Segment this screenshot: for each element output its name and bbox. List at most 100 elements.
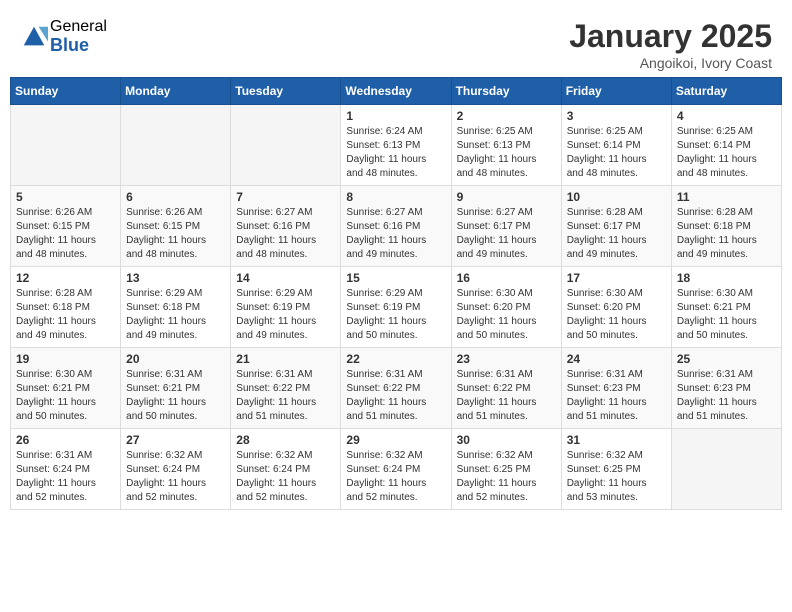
cell-info: Sunrise: 6:28 AM Sunset: 6:17 PM Dayligh… [567, 206, 666, 262]
cell-info: Sunrise: 6:31 AM Sunset: 6:22 PM Dayligh… [457, 368, 556, 424]
cell-info: Sunrise: 6:30 AM Sunset: 6:21 PM Dayligh… [677, 287, 776, 343]
weekday-header: Monday [121, 78, 231, 105]
logo: General Blue [20, 18, 107, 55]
cell-info: Sunrise: 6:31 AM Sunset: 6:21 PM Dayligh… [126, 368, 225, 424]
calendar-cell: 19 Sunrise: 6:30 AM Sunset: 6:21 PM Dayli… [11, 348, 121, 429]
day-number: 16 [457, 271, 556, 285]
calendar-week-row: 12Sunrise: 6:28 AM Sunset: 6:18 PM Dayli… [11, 267, 782, 348]
day-number: 31 [567, 433, 666, 447]
calendar-cell: 13Sunrise: 6:29 AM Sunset: 6:18 PM Dayli… [121, 267, 231, 348]
weekday-header: Thursday [451, 78, 561, 105]
day-number: 9 [457, 190, 556, 204]
calendar-cell: 12Sunrise: 6:28 AM Sunset: 6:18 PM Dayli… [11, 267, 121, 348]
calendar-week-row: 26Sunrise: 6:31 AM Sunset: 6:24 PM Dayli… [11, 429, 782, 510]
cell-info: Sunrise: 6:25 AM Sunset: 6:13 PM Dayligh… [457, 125, 556, 181]
day-number: 5 [16, 190, 115, 204]
cell-info: Sunrise: 6:31 AM Sunset: 6:23 PM Dayligh… [677, 368, 776, 424]
calendar-week-row: 5Sunrise: 6:26 AM Sunset: 6:15 PM Daylig… [11, 186, 782, 267]
calendar-cell: 16 Sunrise: 6:30 AM Sunset: 6:20 PM Dayli… [451, 267, 561, 348]
cell-info: Sunrise: 6:30 AM Sunset: 6:20 PM Dayligh… [457, 287, 556, 343]
day-number: 4 [677, 109, 776, 123]
day-number: 10 [567, 190, 666, 204]
cell-info: Sunrise: 6:25 AM Sunset: 6:14 PM Dayligh… [677, 125, 776, 181]
day-number: 15 [346, 271, 445, 285]
calendar-cell: 18Sunrise: 6:30 AM Sunset: 6:21 PM Dayli… [671, 267, 781, 348]
cell-info: Sunrise: 6:32 AM Sunset: 6:24 PM Dayligh… [236, 449, 335, 505]
cell-info: Sunrise: 6:24 AM Sunset: 6:13 PM Dayligh… [346, 125, 445, 181]
day-number: 24 [567, 352, 666, 366]
day-number: 27 [126, 433, 225, 447]
day-number: 7 [236, 190, 335, 204]
calendar-cell: 25 Sunrise: 6:31 AM Sunset: 6:23 PM Dayli… [671, 348, 781, 429]
calendar-cell: 15 Sunrise: 6:29 AM Sunset: 6:19 PM Dayli… [341, 267, 451, 348]
cell-info: Sunrise: 6:30 AM Sunset: 6:20 PM Dayligh… [567, 287, 666, 343]
calendar-cell: 6Sunrise: 6:26 AM Sunset: 6:15 PM Daylig… [121, 186, 231, 267]
weekday-header: Saturday [671, 78, 781, 105]
calendar-cell: 3 Sunrise: 6:25 AM Sunset: 6:14 PM Daylig… [561, 105, 671, 186]
calendar-cell: 8 Sunrise: 6:27 AM Sunset: 6:16 PM Daylig… [341, 186, 451, 267]
weekday-header: Tuesday [231, 78, 341, 105]
logo-text: General Blue [50, 18, 107, 55]
month-title: January 2025 [569, 18, 772, 55]
logo-icon [20, 23, 48, 51]
cell-info: Sunrise: 6:31 AM Sunset: 6:22 PM Dayligh… [236, 368, 335, 424]
day-number: 28 [236, 433, 335, 447]
calendar-cell: 20 Sunrise: 6:31 AM Sunset: 6:21 PM Dayli… [121, 348, 231, 429]
cell-info: Sunrise: 6:28 AM Sunset: 6:18 PM Dayligh… [16, 287, 115, 343]
cell-info: Sunrise: 6:28 AM Sunset: 6:18 PM Dayligh… [677, 206, 776, 262]
logo-general: General [50, 18, 107, 36]
title-block: January 2025 Angoikoi, Ivory Coast [569, 18, 772, 71]
cell-info: Sunrise: 6:27 AM Sunset: 6:16 PM Dayligh… [346, 206, 445, 262]
day-number: 13 [126, 271, 225, 285]
day-number: 20 [126, 352, 225, 366]
calendar-cell: 28 Sunrise: 6:32 AM Sunset: 6:24 PM Dayli… [231, 429, 341, 510]
cell-info: Sunrise: 6:29 AM Sunset: 6:19 PM Dayligh… [236, 287, 335, 343]
calendar-cell [671, 429, 781, 510]
calendar-cell: 24 Sunrise: 6:31 AM Sunset: 6:23 PM Dayli… [561, 348, 671, 429]
day-number: 30 [457, 433, 556, 447]
day-number: 22 [346, 352, 445, 366]
day-number: 8 [346, 190, 445, 204]
calendar-cell: 22 Sunrise: 6:31 AM Sunset: 6:22 PM Dayli… [341, 348, 451, 429]
cell-info: Sunrise: 6:31 AM Sunset: 6:23 PM Dayligh… [567, 368, 666, 424]
calendar-cell: 26Sunrise: 6:31 AM Sunset: 6:24 PM Dayli… [11, 429, 121, 510]
cell-info: Sunrise: 6:31 AM Sunset: 6:22 PM Dayligh… [346, 368, 445, 424]
cell-info: Sunrise: 6:29 AM Sunset: 6:19 PM Dayligh… [346, 287, 445, 343]
day-number: 14 [236, 271, 335, 285]
day-number: 25 [677, 352, 776, 366]
day-number: 3 [567, 109, 666, 123]
calendar-cell [231, 105, 341, 186]
calendar-cell: 14 Sunrise: 6:29 AM Sunset: 6:19 PM Dayli… [231, 267, 341, 348]
calendar-cell: 23 Sunrise: 6:31 AM Sunset: 6:22 PM Dayli… [451, 348, 561, 429]
logo-blue: Blue [50, 36, 107, 56]
calendar-cell: 29Sunrise: 6:32 AM Sunset: 6:24 PM Dayli… [341, 429, 451, 510]
calendar-cell: 9 Sunrise: 6:27 AM Sunset: 6:17 PM Daylig… [451, 186, 561, 267]
page-header: General Blue January 2025 Angoikoi, Ivor… [10, 10, 782, 77]
cell-info: Sunrise: 6:27 AM Sunset: 6:17 PM Dayligh… [457, 206, 556, 262]
cell-info: Sunrise: 6:30 AM Sunset: 6:21 PM Dayligh… [16, 368, 115, 424]
day-number: 23 [457, 352, 556, 366]
calendar-cell: 11 Sunrise: 6:28 AM Sunset: 6:18 PM Dayli… [671, 186, 781, 267]
day-number: 6 [126, 190, 225, 204]
location: Angoikoi, Ivory Coast [569, 55, 772, 71]
calendar-cell: 4 Sunrise: 6:25 AM Sunset: 6:14 PM Daylig… [671, 105, 781, 186]
day-number: 19 [16, 352, 115, 366]
calendar-header-row: SundayMondayTuesdayWednesdayThursdayFrid… [11, 78, 782, 105]
calendar-cell: 2 Sunrise: 6:25 AM Sunset: 6:13 PM Daylig… [451, 105, 561, 186]
day-number: 11 [677, 190, 776, 204]
cell-info: Sunrise: 6:32 AM Sunset: 6:25 PM Dayligh… [457, 449, 556, 505]
calendar-cell: 7 Sunrise: 6:27 AM Sunset: 6:16 PM Daylig… [231, 186, 341, 267]
calendar-table: SundayMondayTuesdayWednesdayThursdayFrid… [10, 77, 782, 510]
day-number: 21 [236, 352, 335, 366]
calendar-cell: 10 Sunrise: 6:28 AM Sunset: 6:17 PM Dayli… [561, 186, 671, 267]
calendar-week-row: 1Sunrise: 6:24 AM Sunset: 6:13 PM Daylig… [11, 105, 782, 186]
cell-info: Sunrise: 6:32 AM Sunset: 6:25 PM Dayligh… [567, 449, 666, 505]
calendar-cell: 31 Sunrise: 6:32 AM Sunset: 6:25 PM Dayli… [561, 429, 671, 510]
calendar-week-row: 19 Sunrise: 6:30 AM Sunset: 6:21 PM Dayli… [11, 348, 782, 429]
calendar-cell: 1Sunrise: 6:24 AM Sunset: 6:13 PM Daylig… [341, 105, 451, 186]
day-number: 2 [457, 109, 556, 123]
cell-info: Sunrise: 6:27 AM Sunset: 6:16 PM Dayligh… [236, 206, 335, 262]
cell-info: Sunrise: 6:32 AM Sunset: 6:24 PM Dayligh… [346, 449, 445, 505]
cell-info: Sunrise: 6:25 AM Sunset: 6:14 PM Dayligh… [567, 125, 666, 181]
calendar-cell: 27Sunrise: 6:32 AM Sunset: 6:24 PM Dayli… [121, 429, 231, 510]
